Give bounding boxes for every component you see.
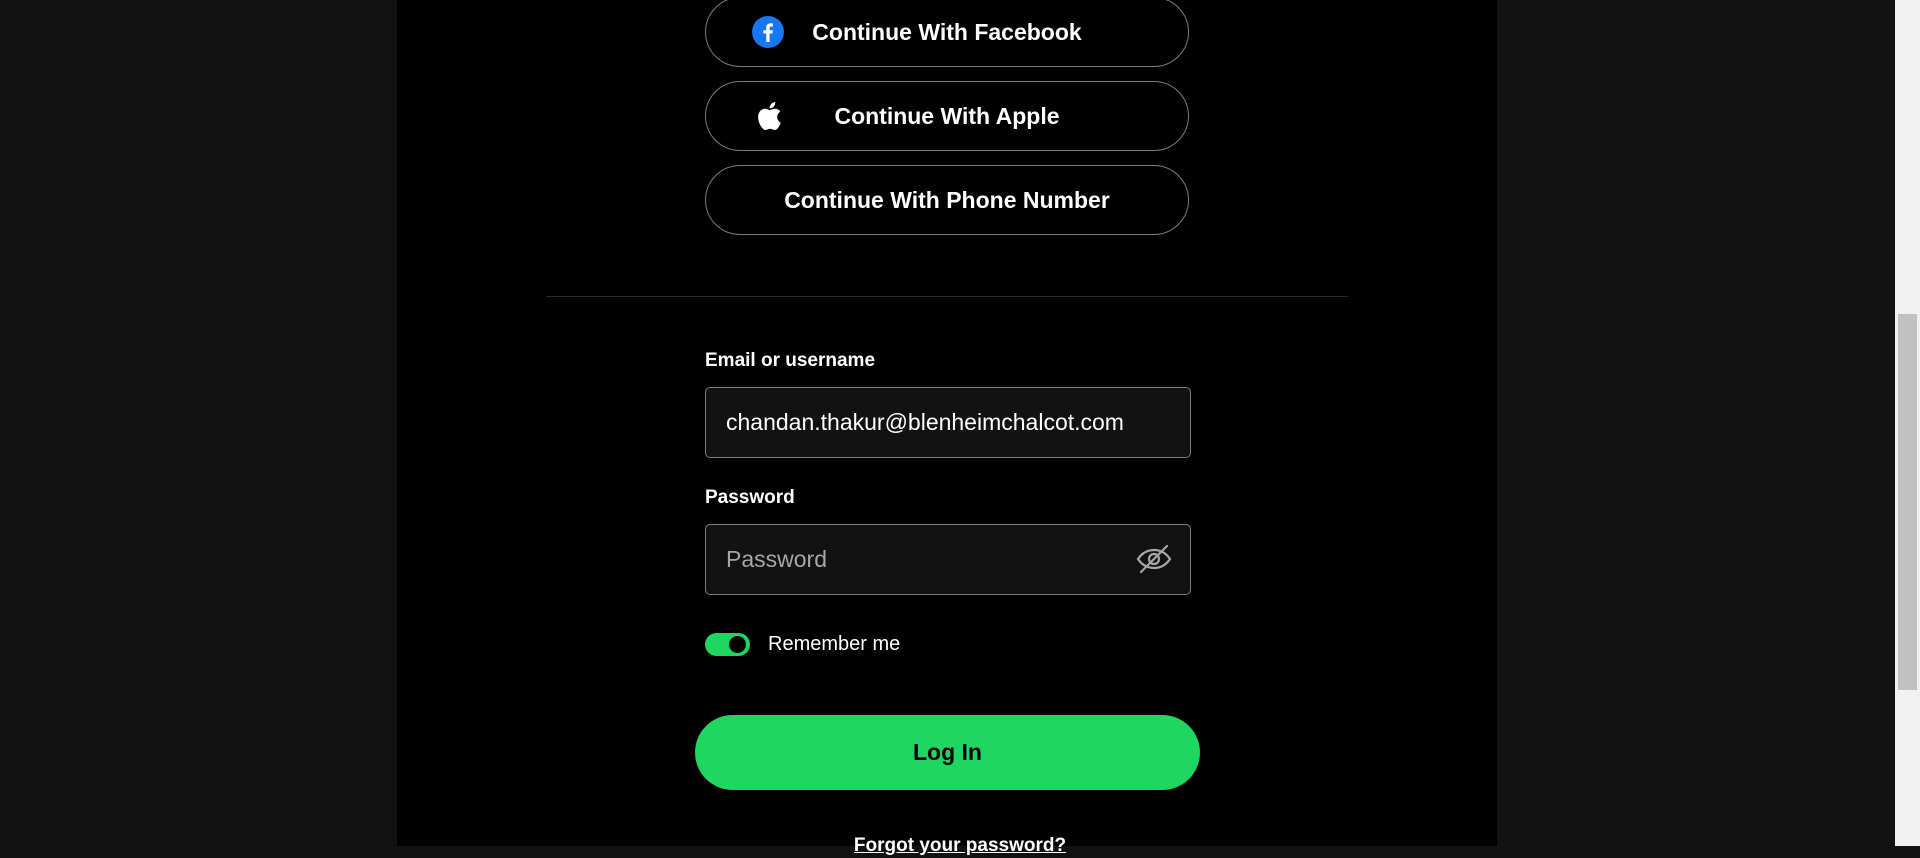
facebook-button-label: Continue With Facebook	[812, 18, 1082, 45]
phone-button-label: Continue With Phone Number	[784, 186, 1110, 213]
show-password-button[interactable]	[1132, 541, 1176, 581]
remember-me-label: Remember me	[768, 633, 901, 655]
continue-with-phone-button[interactable]: Continue With Phone Number	[705, 165, 1189, 235]
forgot-password-link[interactable]: Forgot your password?	[0, 834, 1920, 858]
log-in-label: Log In	[913, 739, 982, 765]
apple-button-label: Continue With Apple	[834, 102, 1060, 129]
password-label: Password	[705, 487, 795, 508]
divider	[546, 296, 1348, 297]
email-label: Email or username	[705, 350, 876, 371]
apple-icon	[752, 100, 784, 132]
remember-me-toggle[interactable]	[705, 633, 750, 656]
email-field[interactable]	[705, 387, 1191, 458]
password-field[interactable]	[705, 524, 1191, 595]
scrollbar-thumb[interactable]	[1898, 314, 1917, 690]
toggle-knob	[729, 636, 746, 653]
log-in-button[interactable]: Log In	[695, 715, 1200, 790]
continue-with-apple-button[interactable]: Continue With Apple	[705, 81, 1189, 151]
eye-slash-icon	[1136, 543, 1172, 580]
continue-with-facebook-button[interactable]: Continue With Facebook	[705, 0, 1189, 67]
facebook-icon	[752, 16, 784, 48]
